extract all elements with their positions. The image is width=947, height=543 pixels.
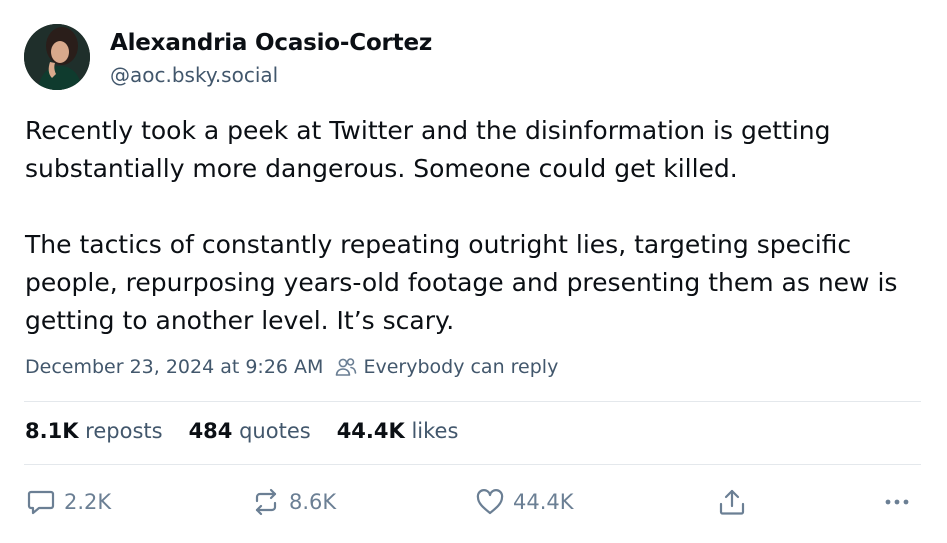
post-timestamp[interactable]: December 23, 2024 at 9:26 AM [25,356,323,378]
quotes-stat[interactable]: 484 quotes [189,419,311,443]
quotes-count: 484 [188,419,233,443]
divider [24,401,921,402]
repost-button[interactable]: 8.6K [251,484,336,520]
avatar-image [24,24,90,90]
reply-setting: Everybody can reply [335,356,558,378]
reply-count: 2.2K [64,490,112,514]
action-bar: 2.2K 8.6K 44.4K [0,484,947,524]
avatar[interactable] [24,24,90,90]
reply-setting-label: Everybody can reply [363,356,559,378]
like-button[interactable]: 44.4K [475,484,574,520]
author-handle[interactable]: @aoc.bsky.social [110,63,278,87]
reply-button[interactable]: 2.2K [26,484,111,520]
more-icon [885,499,909,505]
post-card: Alexandria Ocasio-Cortez @aoc.bsky.socia… [0,0,947,543]
likes-count: 44.4K [336,419,405,443]
post-paragraph: Recently took a peek at Twitter and the … [25,116,831,183]
post-body: Recently took a peek at Twitter and the … [25,112,915,340]
divider [24,464,921,465]
quotes-label: quotes [239,419,311,443]
heart-icon [476,489,504,515]
post-meta: December 23, 2024 at 9:26 AM Everybody c… [25,356,558,378]
repost-count: 8.6K [289,490,337,514]
likes-label: likes [411,419,459,443]
people-icon [336,358,357,376]
reply-icon [27,490,55,515]
more-options-button[interactable] [882,484,912,520]
reposts-stat[interactable]: 8.1K reposts [25,419,163,443]
post-paragraph: The tactics of constantly repeating outr… [25,230,898,335]
share-icon [719,489,745,515]
share-button[interactable] [717,484,747,520]
repost-icon [255,488,277,516]
post-stats: 8.1K reposts 484 quotes 44.4K likes [25,419,484,443]
likes-stat[interactable]: 44.4K likes [337,419,459,443]
reposts-label: reposts [85,419,163,443]
reposts-count: 8.1K [25,419,79,443]
like-count: 44.4K [513,490,574,514]
author-name[interactable]: Alexandria Ocasio-Cortez [110,30,432,56]
